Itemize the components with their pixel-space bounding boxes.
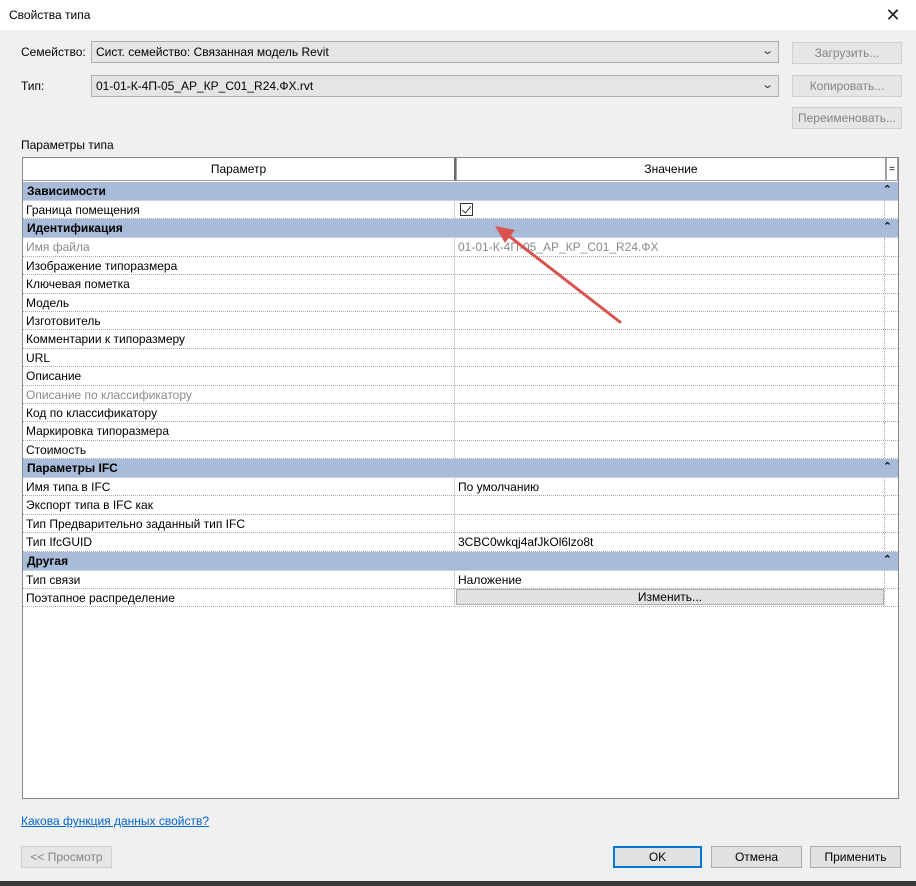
cancel-button[interactable]: Отмена xyxy=(711,846,802,868)
group-title: Параметры IFC xyxy=(27,461,118,476)
param-name: Ключевая пометка xyxy=(23,275,455,293)
grid-header: Параметр Значение = xyxy=(23,158,898,181)
param-value[interactable]: По умолчанию xyxy=(455,478,885,496)
table-row[interactable]: Ключевая пометка xyxy=(23,275,898,294)
group-title: Идентификация xyxy=(27,221,123,236)
param-value[interactable] xyxy=(455,440,885,459)
param-name: Модель xyxy=(23,293,455,311)
collapse-icon[interactable]: ⌃ xyxy=(883,183,892,196)
family-select[interactable]: Сист. семейство: Связанная модель Revit … xyxy=(91,41,779,63)
table-row[interactable]: Тип IfcGUID 3CBC0wkqj4afJkOl6lzo8t xyxy=(23,533,898,552)
copy-button[interactable]: Копировать... xyxy=(792,75,902,97)
param-name: Тип связи xyxy=(23,570,455,589)
edit-phasing-button[interactable]: Изменить... xyxy=(456,589,884,606)
param-value[interactable] xyxy=(455,201,885,219)
table-row[interactable]: URL xyxy=(23,348,898,368)
param-value xyxy=(455,385,885,403)
param-value[interactable]: Изменить... xyxy=(455,589,885,607)
param-value[interactable] xyxy=(455,514,885,533)
help-link[interactable]: Какова функция данных свойств? xyxy=(21,814,209,828)
param-value[interactable] xyxy=(455,330,885,348)
param-name: Описание xyxy=(23,367,455,385)
table-row[interactable]: Комментарии к типоразмеру xyxy=(23,330,898,349)
param-name: Код по классификатору xyxy=(23,403,455,422)
param-value[interactable]: Наложение xyxy=(455,570,885,589)
param-name: Граница помещения xyxy=(23,201,455,219)
group-header[interactable]: Идентификация ⌃ xyxy=(23,219,898,239)
chevron-down-icon: ⌄ xyxy=(760,79,774,91)
table-row[interactable]: Имя файла 01-01-К-4П-05_АР_КР_С01_R24.ФХ xyxy=(23,238,898,257)
param-value[interactable] xyxy=(455,422,885,440)
group-title: Другая xyxy=(27,553,69,568)
group-header[interactable]: Другая ⌃ xyxy=(23,551,898,571)
table-row[interactable]: Описание по классификатору xyxy=(23,385,898,404)
chevron-down-icon: ⌄ xyxy=(760,45,774,57)
taskbar-edge xyxy=(0,881,916,886)
column-header-parameter[interactable]: Параметр xyxy=(23,158,456,181)
family-select-value: Сист. семейство: Связанная модель Revit xyxy=(96,45,329,59)
param-name: Имя типа в IFC xyxy=(23,478,455,496)
param-name: Описание по классификатору xyxy=(23,385,455,403)
table-row[interactable]: Поэтапное распределение Изменить... xyxy=(23,589,898,608)
table-row[interactable]: Тип Предварительно заданный тип IFC xyxy=(23,514,898,534)
collapse-icon[interactable]: ⌃ xyxy=(883,220,892,233)
table-row[interactable]: Маркировка типоразмера xyxy=(23,422,898,441)
param-name: Комментарии к типоразмеру xyxy=(23,330,455,348)
param-name: Имя файла xyxy=(23,238,455,256)
table-row[interactable]: Изображение типоразмера xyxy=(23,256,898,276)
group-header[interactable]: Параметры IFC ⌃ xyxy=(23,459,898,479)
param-value[interactable] xyxy=(455,367,885,385)
param-value[interactable] xyxy=(455,293,885,311)
expand-all-button[interactable]: = xyxy=(886,158,898,181)
param-value: 01-01-К-4П-05_АР_КР_С01_R24.ФХ xyxy=(455,238,885,256)
param-name: Изготовитель xyxy=(23,311,455,330)
preview-button[interactable]: << Просмотр xyxy=(21,846,112,868)
param-name: URL xyxy=(23,348,455,367)
param-name: Экспорт типа в IFC как xyxy=(23,496,455,514)
column-header-value[interactable]: Значение xyxy=(456,158,886,181)
param-name: Изображение типоразмера xyxy=(23,256,455,275)
group-title: Зависимости xyxy=(27,184,106,198)
title-bar: Свойства типа ✕ xyxy=(0,0,916,30)
collapse-icon[interactable]: ⌃ xyxy=(883,553,892,566)
type-label: Тип: xyxy=(21,79,45,93)
param-name: Тип Предварительно заданный тип IFC xyxy=(23,514,455,533)
param-value[interactable] xyxy=(455,275,885,293)
room-bounding-checkbox[interactable] xyxy=(460,203,473,216)
param-value[interactable]: 3CBC0wkqj4afJkOl6lzo8t xyxy=(455,533,885,551)
table-row[interactable]: Тип связи Наложение xyxy=(23,570,898,590)
param-value[interactable] xyxy=(455,311,885,330)
param-value[interactable] xyxy=(455,256,885,275)
param-name: Тип IfcGUID xyxy=(23,533,455,551)
table-row[interactable]: Изготовитель xyxy=(23,311,898,331)
apply-button[interactable]: Применить xyxy=(810,846,901,868)
family-label: Семейство: xyxy=(21,45,86,59)
table-row[interactable]: Стоимость xyxy=(23,440,898,460)
load-button[interactable]: Загрузить... xyxy=(792,42,902,64)
table-row[interactable]: Экспорт типа в IFC как xyxy=(23,496,898,515)
window-title: Свойства типа xyxy=(9,8,91,22)
type-select-value: 01-01-К-4П-05_АР_КР_С01_R24.ФХ.rvt xyxy=(96,79,314,93)
close-icon[interactable]: ✕ xyxy=(870,0,916,30)
param-name: Маркировка типоразмера xyxy=(23,422,455,440)
grid-rows: Зависимости ⌃ Граница помещения Идентификац… xyxy=(23,182,898,608)
type-parameters-grid[interactable]: Параметр Значение = Зависимости ⌃ Граница … xyxy=(22,157,899,799)
ok-button[interactable]: OK xyxy=(613,846,702,868)
param-name: Поэтапное распределение xyxy=(23,589,455,607)
table-row[interactable]: Граница помещения xyxy=(23,201,898,220)
section-label: Параметры типа xyxy=(21,138,114,152)
rename-button[interactable]: Переименовать... xyxy=(792,107,902,129)
table-row[interactable]: Модель xyxy=(23,293,898,312)
group-header[interactable]: Зависимости ⌃ xyxy=(23,182,898,201)
type-select[interactable]: 01-01-К-4П-05_АР_КР_С01_R24.ФХ.rvt ⌄ xyxy=(91,75,779,97)
param-value[interactable] xyxy=(455,348,885,367)
param-name: Стоимость xyxy=(23,440,455,459)
table-row[interactable]: Имя типа в IFC По умолчанию xyxy=(23,478,898,497)
table-row[interactable]: Код по классификатору xyxy=(23,403,898,423)
table-row[interactable]: Описание xyxy=(23,367,898,386)
collapse-icon[interactable]: ⌃ xyxy=(883,460,892,473)
param-value[interactable] xyxy=(455,496,885,514)
param-value[interactable] xyxy=(455,403,885,422)
